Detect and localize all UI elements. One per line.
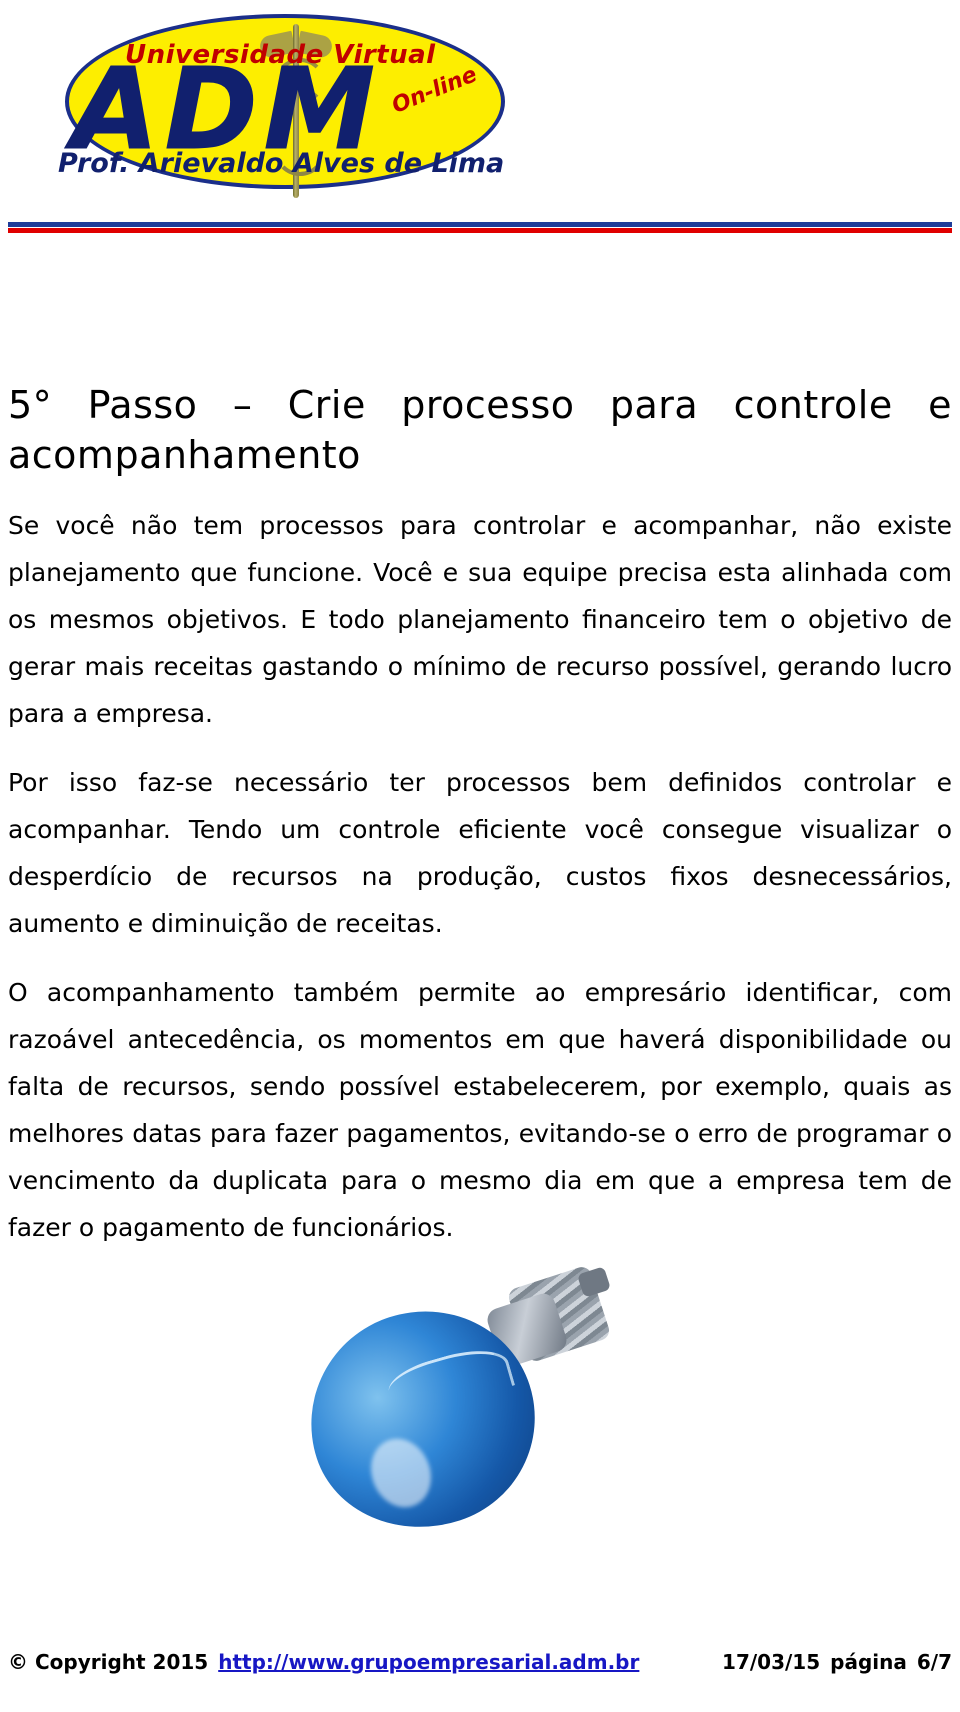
divider-blue [8, 222, 952, 227]
footer-page-label: página [830, 1650, 907, 1674]
page-title: 5° Passo – Crie processo para controle e… [8, 380, 952, 480]
logo-professor-name: Prof. Arievaldo Alves de Lima [58, 148, 505, 179]
page-header: ADM Universidade Virtual On-line Prof. A… [0, 0, 960, 240]
divider-red [8, 228, 952, 233]
logo-university-text: Universidade Virtual [125, 40, 436, 70]
page-footer: © Copyright 2015 http://www.grupoempresa… [8, 1650, 952, 1674]
paragraph-1: Se você não tem processos para controlar… [8, 511, 952, 728]
page-title-line-1: 5° Passo – Crie processo para controle e [8, 383, 952, 427]
footer-copyright: © Copyright 2015 [8, 1650, 209, 1674]
footer-date: 17/03/15 [722, 1650, 821, 1674]
document-body: 5° Passo – Crie processo para controle e… [8, 380, 952, 1251]
logo: ADM Universidade Virtual On-line Prof. A… [10, 8, 530, 198]
paragraph-2: Por isso faz-se necessário ter processos… [8, 768, 952, 938]
paragraph-3: O acompanhamento também permite ao empre… [8, 978, 952, 1242]
footer-url-link[interactable]: http://www.grupoempresarial.adm.br [218, 1650, 639, 1674]
page-title-line-2: acompanhamento [8, 433, 361, 477]
light-bulb-illustration [280, 1264, 640, 1570]
footer-page-number: 6/7 [916, 1650, 952, 1674]
